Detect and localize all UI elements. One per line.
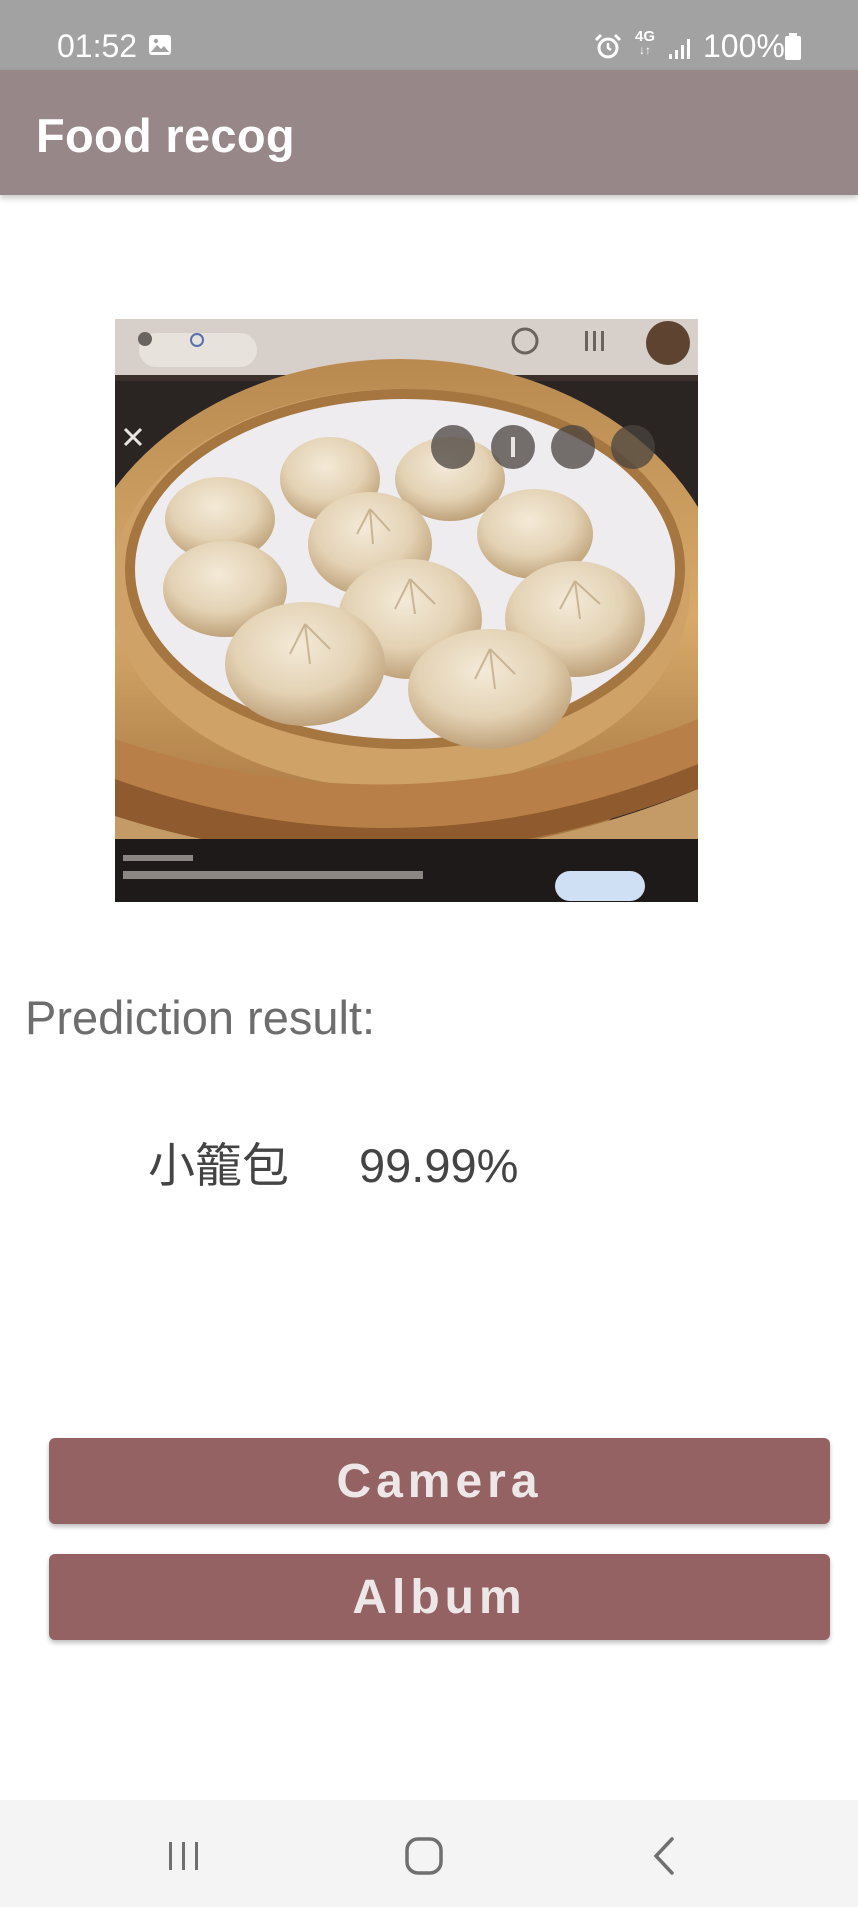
prediction-result-label: Prediction result:	[25, 991, 376, 1044]
food-photo-image	[115, 319, 698, 902]
app-title: Food recog	[36, 109, 295, 162]
recent-apps-icon[interactable]	[166, 1840, 202, 1872]
signal-icon	[669, 39, 690, 59]
app-bar: Food recog	[0, 70, 858, 195]
predicted-food-name: 小籠包	[148, 1139, 289, 1192]
status-bar: 01:52 4G ↓↑ 100%	[0, 0, 858, 70]
image-notification-icon	[149, 35, 171, 55]
back-icon[interactable]	[652, 1836, 676, 1876]
system-navigation-bar	[0, 1800, 858, 1907]
alarm-icon	[594, 34, 622, 59]
battery-percentage: 100%	[703, 28, 785, 64]
network-type-indicator: 4G ↓↑	[634, 28, 655, 57]
camera-button[interactable]: Camera	[49, 1438, 830, 1524]
battery-icon	[785, 33, 801, 60]
food-photo	[115, 319, 698, 902]
album-button[interactable]: Album	[49, 1554, 830, 1640]
prediction-confidence: 99.99%	[359, 1139, 519, 1192]
status-time: 01:52	[57, 28, 138, 64]
home-icon[interactable]	[404, 1836, 444, 1876]
